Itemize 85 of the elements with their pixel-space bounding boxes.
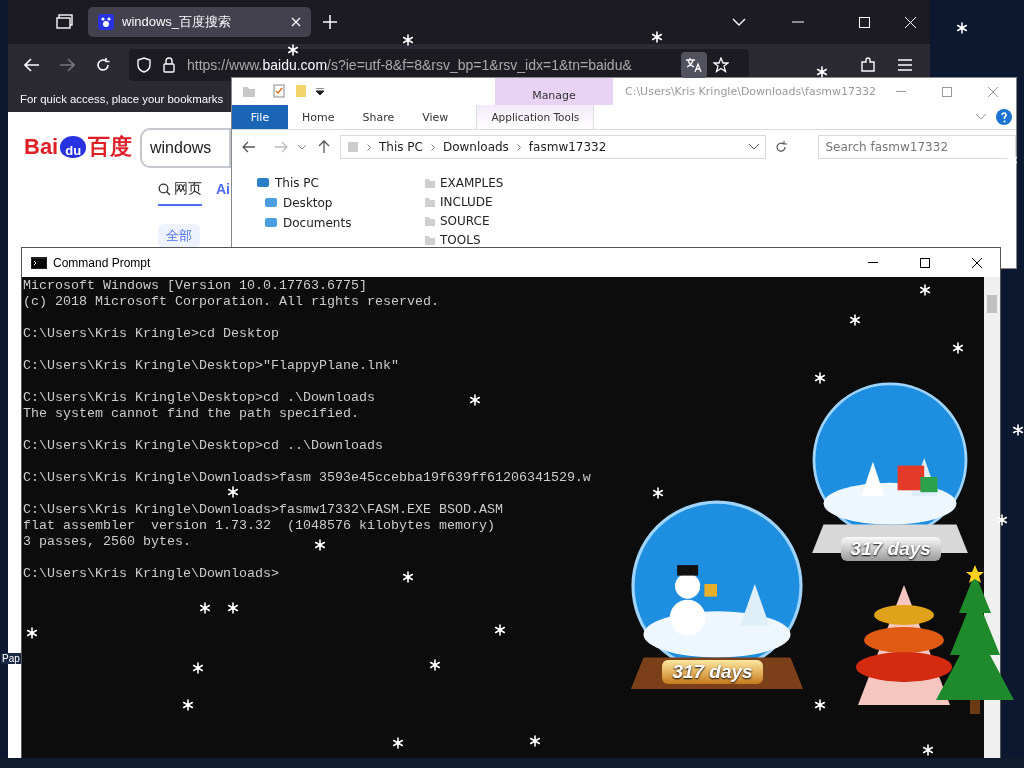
- chevron-right-icon: [367, 143, 371, 151]
- breadcrumb-bar[interactable]: This PC Downloads fasmw17332: [340, 135, 767, 159]
- ribbon-tab[interactable]: View: [408, 105, 463, 129]
- shield-icon: [137, 57, 151, 73]
- search-tab[interactable]: Ai: [216, 180, 230, 206]
- tab-list-icon[interactable]: [56, 14, 74, 30]
- new-tab-icon[interactable]: [323, 15, 337, 29]
- nav-item[interactable]: Documents: [256, 216, 424, 230]
- close-icon[interactable]: [291, 17, 301, 27]
- chevron-right-icon: [430, 143, 435, 151]
- breadcrumb-item[interactable]: This PC: [379, 140, 423, 154]
- console-line: C:\Users\Kris Kringle>cd Desktop: [23, 326, 279, 341]
- folder-item[interactable]: TOOLS: [424, 233, 504, 247]
- ribbon-tab[interactable]: Share: [348, 105, 409, 129]
- minimize-icon: [868, 262, 878, 263]
- nav-item[interactable]: Desktop: [256, 196, 424, 210]
- console-line: (c) 2018 Microsoft Corporation. All rights reserved.: [23, 294, 439, 309]
- properties-icon[interactable]: [272, 84, 286, 98]
- days-counter-label: 317 days: [840, 536, 941, 561]
- folder-item[interactable]: INCLUDE: [424, 195, 504, 209]
- customize-dropdown-icon[interactable]: [316, 88, 324, 95]
- console-line: C:\Users\Kris Kringle\Desktop>cd .\Downloads: [23, 390, 375, 405]
- baidu-logo[interactable]: Bai du 百度: [24, 132, 133, 162]
- folder-item[interactable]: SOURCE: [424, 214, 504, 228]
- breadcrumb-item[interactable]: Downloads: [442, 140, 509, 154]
- nav-item[interactable]: This PC: [256, 176, 424, 190]
- console-line: 3 passes, 2560 bytes.: [23, 534, 191, 549]
- console-line: C:\Users\Kris Kringle\Downloads>: [23, 566, 279, 581]
- forward-arrow-icon[interactable]: [59, 58, 75, 72]
- console-line: flat assembler version 1.73.32 (1048576 kilobytes memory): [23, 518, 495, 533]
- close-icon[interactable]: [905, 16, 916, 28]
- ribbon-tab[interactable]: File: [232, 105, 288, 129]
- console-line: C:\Users\Kris Kringle\Desktop>"FlappyPlane.lnk": [23, 358, 399, 373]
- folder-icon: [424, 177, 436, 189]
- refresh-icon[interactable]: [774, 140, 789, 154]
- maximize-icon[interactable]: [859, 16, 870, 28]
- close-icon: [972, 257, 982, 268]
- url-text: https://www.baidu.com/s?ie=utf-8&f=8&rsv_bp=1&rsv_idx=1&tn=baidu&: [187, 57, 632, 73]
- minimize-icon: [896, 91, 906, 92]
- bookmarks-hint: For quick access, place your bookmarks: [20, 93, 224, 105]
- console-line: C:\Users\Kris Kringle\Downloads>fasmw17332\FASM.EXE BSOD.ASM: [23, 502, 503, 517]
- ribbon-tab[interactable]: Home: [288, 105, 349, 129]
- console-line: The system cannot find the path specified.: [23, 406, 359, 421]
- folder-icon: [424, 215, 436, 227]
- translate-button[interactable]: [681, 52, 707, 78]
- maximize-icon: [942, 86, 952, 97]
- lock-icon: [163, 57, 175, 73]
- up-arrow-icon[interactable]: [318, 140, 330, 154]
- folder-icon: [424, 196, 436, 208]
- window-title: Command Prompt: [53, 255, 152, 270]
- days-counter-label: 317 days: [662, 659, 763, 684]
- star-icon[interactable]: [713, 57, 729, 73]
- search-field[interactable]: Search fasmw17332: [818, 135, 1016, 159]
- ribbon-tab[interactable]: Application Tools: [476, 105, 595, 129]
- filter-tag[interactable]: 全部: [158, 224, 200, 248]
- search-tab[interactable]: 网页: [158, 180, 202, 206]
- desktop-icon-label[interactable]: Pap: [1, 653, 21, 664]
- breadcrumb-item[interactable]: fasmw17332: [528, 140, 607, 154]
- console-line: C:\Users\Kris Kringle\Downloads>fasm 3593e45ccebba19f639ff61206341529.w: [23, 470, 591, 485]
- reload-icon[interactable]: [95, 57, 111, 73]
- search-icon: [158, 182, 171, 196]
- extensions-icon[interactable]: [860, 57, 876, 73]
- console-line: Microsoft Windows [Version 10.0.17763.6775]: [23, 278, 367, 293]
- computer-icon: [256, 176, 270, 190]
- menu-icon[interactable]: [898, 59, 912, 71]
- folder-icon: [424, 234, 436, 246]
- folder-item[interactable]: EXAMPLES: [424, 176, 504, 190]
- folder-icon: [347, 141, 359, 153]
- folder-icon: [264, 216, 278, 230]
- console-line: C:\Users\Kris Kringle\Desktop>cd ..\Downloads: [23, 438, 383, 453]
- terminal-icon: [31, 256, 47, 269]
- help-icon[interactable]: [996, 109, 1012, 125]
- browser-tab[interactable]: windows_百度搜索: [88, 7, 311, 37]
- search-field[interactable]: windows: [140, 128, 231, 168]
- folder-icon: [264, 196, 278, 210]
- maximize-icon: [920, 257, 930, 268]
- paw-icon: [98, 14, 114, 30]
- translate-icon: [685, 57, 703, 73]
- chevron-down-icon[interactable]: [749, 144, 760, 150]
- context-tab-group: Manage: [495, 78, 613, 105]
- close-icon: [988, 86, 998, 97]
- folder-icon: [242, 84, 256, 98]
- window-title: C:\Users\Kris Kringle\Downloads\fasmw17332: [625, 84, 878, 100]
- back-arrow-icon[interactable]: [242, 141, 256, 153]
- chevron-right-icon: [516, 143, 521, 151]
